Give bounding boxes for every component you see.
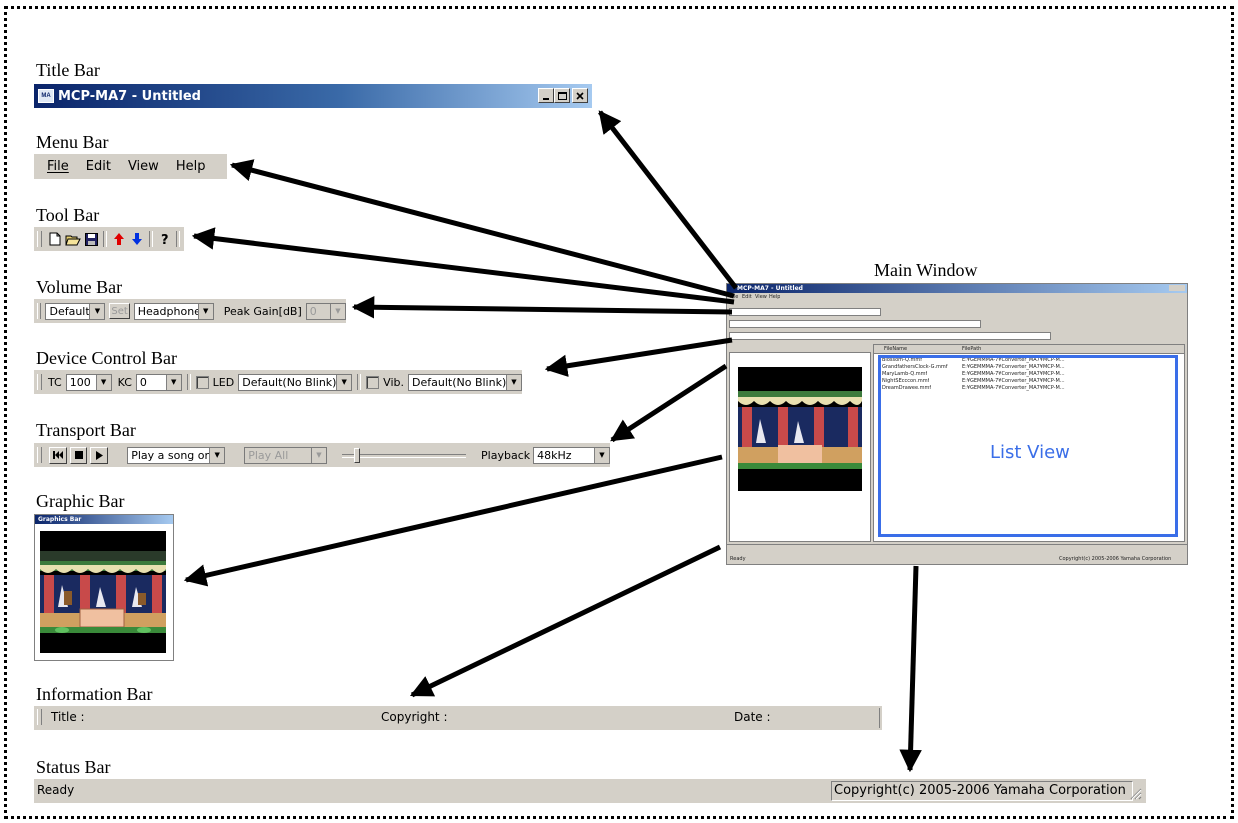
arrow-to-device-control-bar <box>544 337 733 377</box>
arrow-to-transport-bar <box>610 363 728 443</box>
arrow-to-information-bar <box>409 544 722 698</box>
arrow-to-status-bar <box>899 565 922 773</box>
arrow-to-title-bar <box>598 110 738 290</box>
callout-arrows <box>183 110 922 773</box>
arrow-to-tool-bar <box>191 227 735 305</box>
arrow-to-volume-bar <box>351 296 733 319</box>
arrow-to-graphic-bar <box>183 454 723 587</box>
